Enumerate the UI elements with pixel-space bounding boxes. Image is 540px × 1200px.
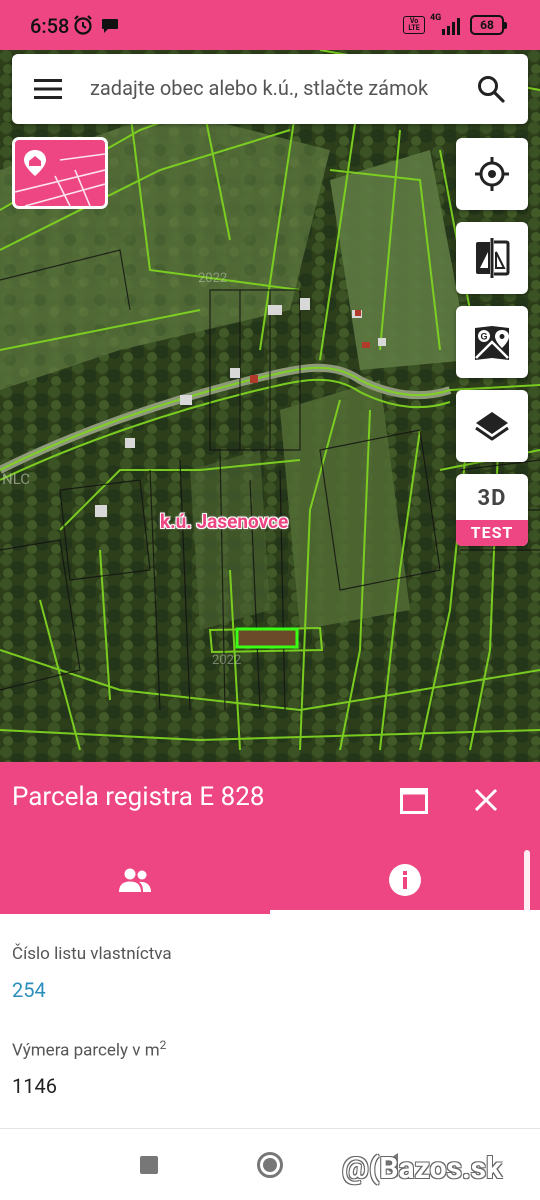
3d-label: 3D <box>477 486 507 511</box>
status-bar: 6:58 Vo LTE 4G 68 <box>0 0 540 50</box>
3d-button[interactable]: 3D TEST <box>456 474 528 546</box>
maximize-icon[interactable] <box>400 788 428 814</box>
layers-button[interactable] <box>456 390 528 462</box>
layers-icon <box>475 412 509 441</box>
map-label-year: 2022 <box>198 271 228 286</box>
map-type-switch[interactable] <box>12 137 108 209</box>
map-thumbnail-icon <box>15 150 105 206</box>
parcel-panel-header: Parcela registra E 828 <box>0 762 540 926</box>
tab-info[interactable] <box>270 846 540 914</box>
compare-button[interactable] <box>456 222 528 294</box>
close-icon[interactable] <box>474 788 498 812</box>
compare-icon <box>476 238 510 278</box>
parcel-area-label: Výmera parcely v m2 <box>12 1038 167 1061</box>
watermark: @(Bazos.sk <box>342 1151 503 1186</box>
parcel-area-value: 1146 <box>12 1074 57 1098</box>
alarm-icon <box>74 15 92 35</box>
volte-icon: Vo LTE <box>403 16 425 34</box>
info-icon <box>389 864 421 896</box>
panel-title: Parcela registra E 828 <box>12 782 265 812</box>
svg-text:G: G <box>480 332 487 342</box>
search-input[interactable]: zadajte obec alebo k.ú., stlačte zámok <box>90 76 458 100</box>
tab-owners[interactable] <box>0 846 270 914</box>
people-icon <box>119 868 151 892</box>
map-label-year: 2022 <box>212 653 242 668</box>
ownership-sheet-label: Číslo listu vlastníctva <box>12 944 172 964</box>
google-maps-icon: G <box>475 326 509 360</box>
search-icon[interactable] <box>476 74 506 104</box>
map-label-nlc: NLC <box>2 470 31 488</box>
menu-icon[interactable] <box>34 78 64 100</box>
my-location-button[interactable] <box>456 138 528 210</box>
ownership-sheet-value[interactable]: 254 <box>12 978 46 1002</box>
recents-button[interactable] <box>140 1156 158 1174</box>
google-maps-button[interactable]: G <box>456 306 528 378</box>
system-nav-bar: @(Bazos.sk <box>0 1128 540 1200</box>
parcel-details: Číslo listu vlastníctva 254 Výmera parce… <box>0 914 540 1128</box>
crosshair-icon <box>475 157 509 191</box>
signal-icon <box>442 18 460 35</box>
status-time: 6:58 <box>30 14 70 38</box>
test-badge: TEST <box>456 520 528 546</box>
battery-icon: 68 <box>470 15 507 35</box>
message-icon <box>102 19 118 33</box>
cadastral-area-label: k.ú. Jasenovce <box>160 510 289 533</box>
search-bar: zadajte obec alebo k.ú., stlačte zámok <box>12 54 528 124</box>
home-button[interactable] <box>257 1152 283 1178</box>
unit-superscript: 2 <box>159 1038 167 1052</box>
